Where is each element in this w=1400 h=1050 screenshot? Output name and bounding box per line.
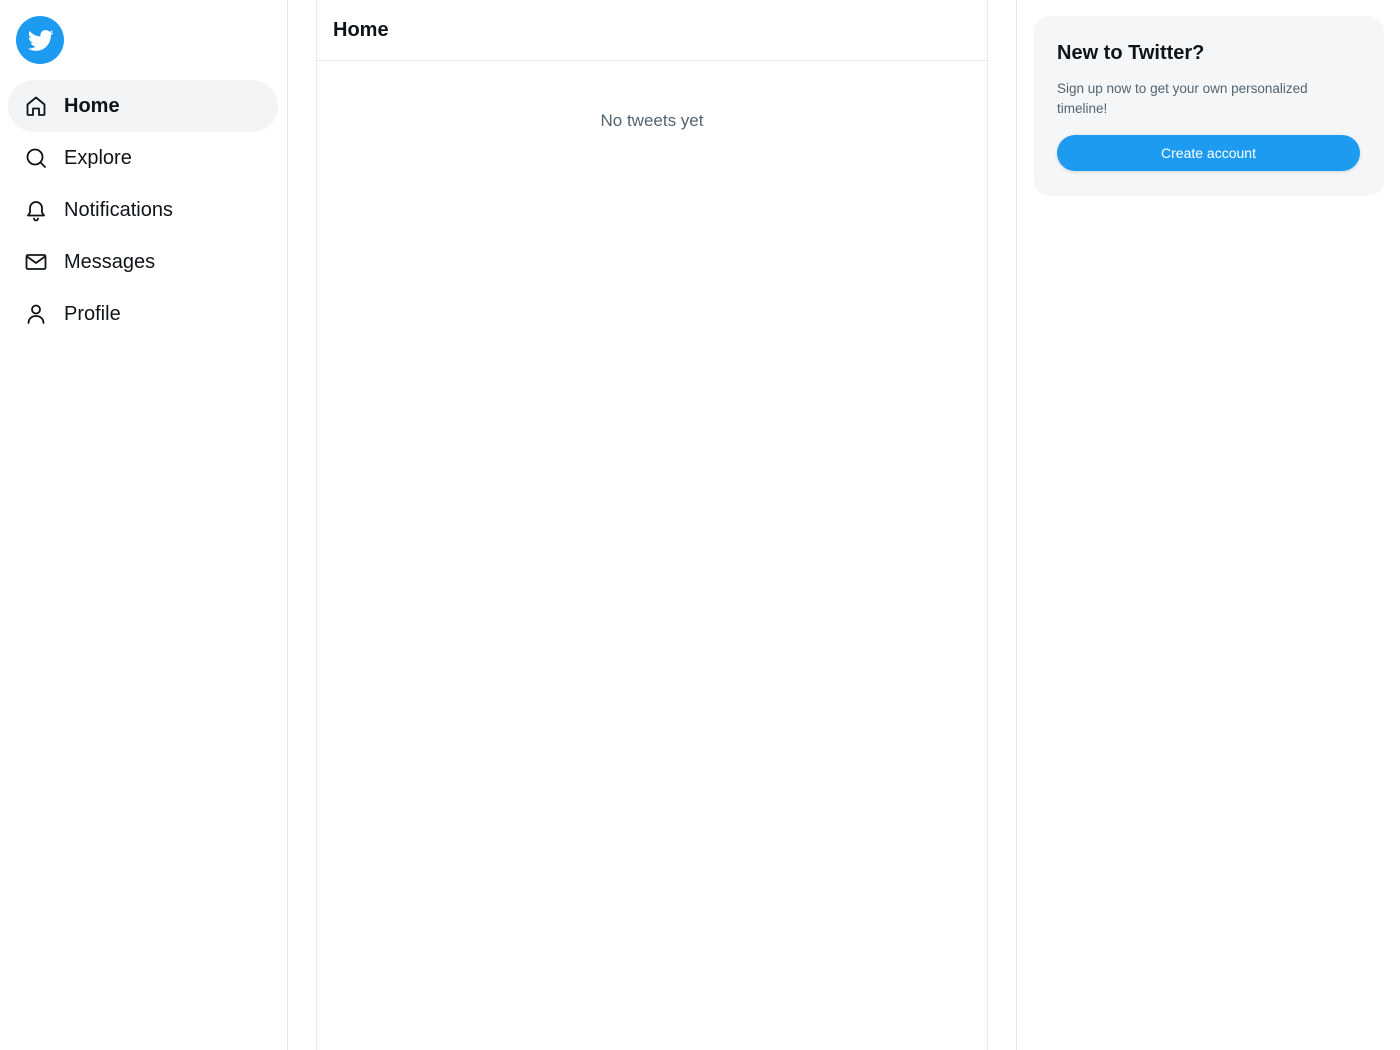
mail-icon	[24, 250, 48, 274]
sidebar-item-notifications[interactable]: Notifications	[8, 184, 278, 236]
signup-title: New to Twitter?	[1057, 42, 1205, 64]
empty-feed-message: No tweets yet	[600, 111, 704, 130]
bell-icon	[24, 198, 48, 222]
sidebar: Home Explore Notifications Messages Prof…	[0, 0, 288, 1050]
sidebar-item-label: Messages	[64, 250, 156, 273]
sidebar-item-label: Explore	[64, 146, 132, 169]
main-feed: Home No tweets yet	[316, 0, 988, 1050]
sidebar-item-label: Notifications	[64, 198, 173, 221]
sidebar-item-profile[interactable]: Profile	[8, 288, 278, 340]
main-header: Home	[317, 0, 987, 61]
right-column-divider	[1016, 0, 1017, 1050]
sidebar-item-label: Home	[64, 94, 120, 117]
sidebar-nav: Home Explore Notifications Messages Prof…	[8, 80, 279, 340]
signup-card: New to Twitter? Sign up now to get your …	[1034, 16, 1384, 196]
signup-description: Sign up now to get your own personalized…	[1057, 81, 1308, 116]
sidebar-item-label: Profile	[64, 302, 121, 325]
home-icon	[24, 94, 48, 118]
twitter-logo-icon[interactable]	[16, 16, 64, 64]
search-icon	[24, 146, 48, 170]
user-icon	[24, 302, 48, 326]
sidebar-item-explore[interactable]: Explore	[8, 132, 278, 184]
page-title: Home	[333, 18, 389, 41]
create-account-button[interactable]: Create account	[1057, 135, 1360, 171]
app-root: Home Explore Notifications Messages Prof…	[0, 0, 1400, 1050]
sidebar-item-messages[interactable]: Messages	[8, 236, 278, 288]
sidebar-item-home[interactable]: Home	[8, 80, 278, 132]
